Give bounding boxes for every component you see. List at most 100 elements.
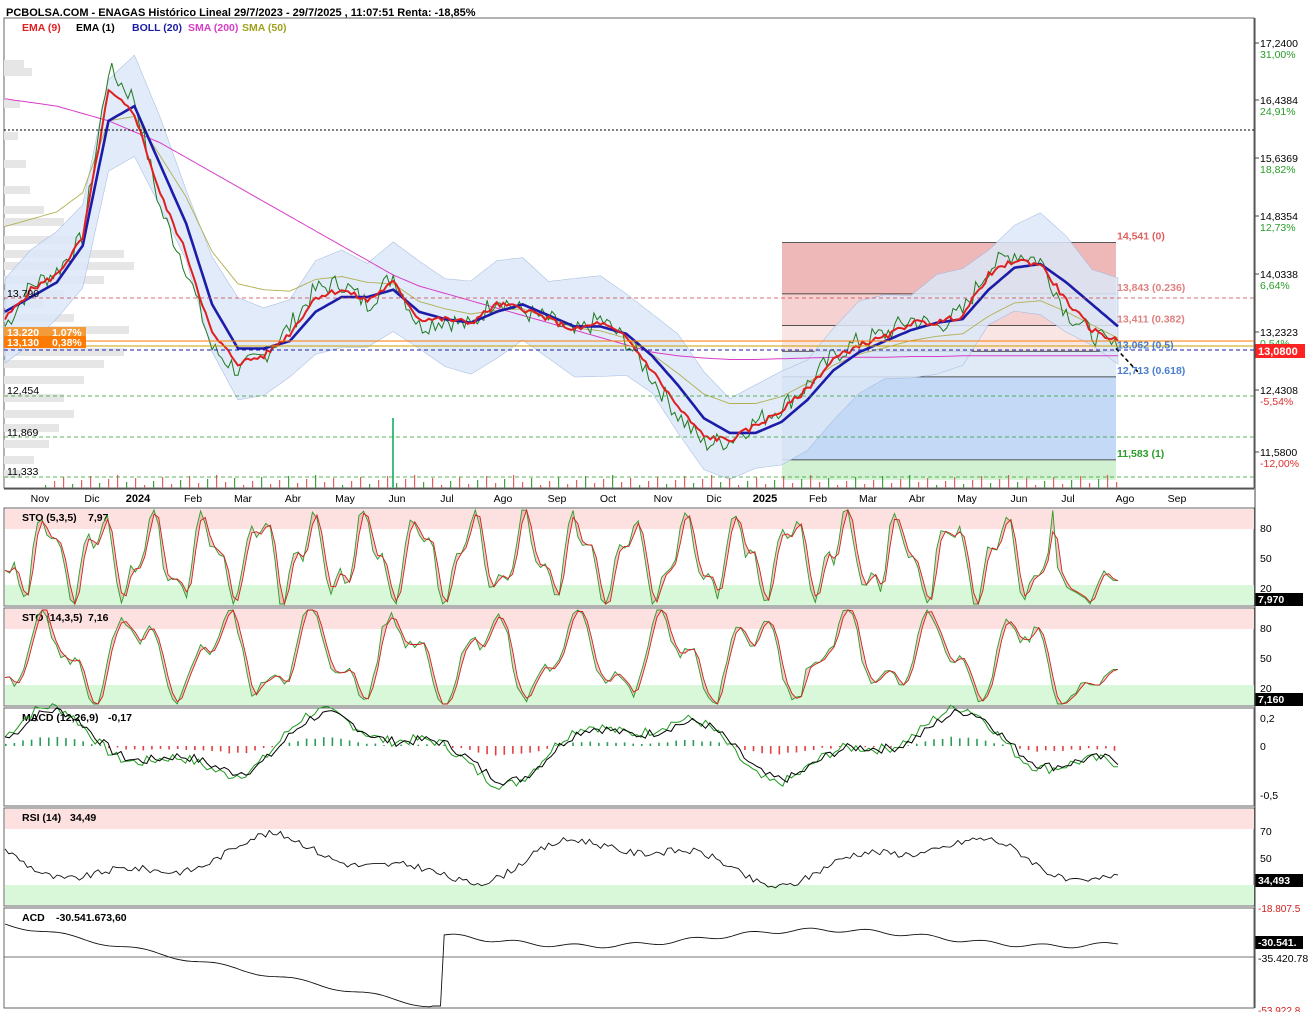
panel-title: RSI (14) xyxy=(22,812,61,824)
volume-bar xyxy=(531,478,532,488)
x-tick-label: Feb xyxy=(184,493,202,505)
volume-bar xyxy=(81,480,82,488)
macd-hist-bar xyxy=(632,744,634,746)
volume-bar xyxy=(342,485,343,488)
volume-bar xyxy=(702,479,703,488)
macd-hist-bar xyxy=(598,743,600,746)
chart-title: PCBOLSA.COM - ENAGAS Histórico Lineal 29… xyxy=(6,7,476,19)
fib-label: 13,411 (0.382) xyxy=(1117,314,1185,326)
volume-bar xyxy=(225,482,226,488)
panel-acd: ACD-30.541.673,60-35.420.78-53.922.8-30.… xyxy=(4,908,1308,1012)
level-label: 0,2 xyxy=(1260,713,1275,725)
overbought-zone xyxy=(5,809,1254,829)
volume-bar xyxy=(1107,475,1108,488)
volume-bar xyxy=(441,485,442,488)
chart-canvas[interactable]: PCBOLSA.COM - ENAGAS Histórico Lineal 29… xyxy=(0,0,1310,1012)
macd-hist-bar xyxy=(684,740,686,746)
volume-bar xyxy=(999,479,1000,488)
volume-bar xyxy=(900,479,901,488)
macd-hist-bar xyxy=(177,746,179,749)
volume-bar xyxy=(171,484,172,488)
volume-bar xyxy=(621,482,622,488)
panel-title: ACD xyxy=(22,912,45,924)
macd-hist-bar xyxy=(925,741,927,746)
volume-bar xyxy=(1080,476,1081,488)
volume-bar xyxy=(234,478,235,488)
volume-bar xyxy=(468,484,469,488)
cut-label: -18.807.5 xyxy=(1258,904,1301,915)
macd-hist-bar xyxy=(134,746,136,749)
macd-hist-bar xyxy=(297,741,299,746)
macd-hist-bar xyxy=(237,746,239,753)
volume-bar xyxy=(270,484,271,488)
macd-hist-bar xyxy=(993,743,995,746)
volume-bar xyxy=(729,478,730,488)
x-axis: NovDic2024FebMarAbrMayJunJulAgoSepOctNov… xyxy=(4,489,1254,505)
macd-hist-bar xyxy=(753,746,755,751)
pct-tick-label: 6,64% xyxy=(1260,280,1290,292)
volume-profile-bar xyxy=(4,376,84,384)
macd-hist-bar xyxy=(375,744,377,746)
macd-hist-bar xyxy=(220,746,222,751)
macd-hist-bar xyxy=(1088,746,1090,748)
level-pct-3: 0,38% xyxy=(52,337,82,349)
fib-label: 14,541 (0) xyxy=(1117,231,1165,243)
volume-bar xyxy=(720,482,721,488)
macd-hist-bar xyxy=(813,746,815,750)
volume-bar xyxy=(1044,481,1045,488)
volume-bar xyxy=(963,484,964,488)
chart-window: PCBOLSA.COM - ENAGAS Histórico Lineal 29… xyxy=(0,0,1310,1012)
volume-bar xyxy=(369,484,370,488)
x-tick-label: Nov xyxy=(31,493,50,505)
volume-profile-bar xyxy=(4,456,34,464)
x-tick-label: Sep xyxy=(1168,493,1187,505)
macd-hist-bar xyxy=(486,746,488,754)
macd-hist-bar xyxy=(1028,746,1030,750)
volume-bar xyxy=(306,479,307,488)
macd-hist-bar xyxy=(1071,746,1073,749)
x-tick-label: Mar xyxy=(859,493,878,505)
macd-hist-bar xyxy=(718,742,720,746)
x-tick-label: Ago xyxy=(1116,493,1135,505)
macd-hist-bar xyxy=(796,746,798,752)
volume-bar xyxy=(1062,484,1063,488)
volume-profile-bar xyxy=(4,360,104,368)
overbought-zone xyxy=(5,609,1254,629)
volume-bar xyxy=(1071,480,1072,488)
volume-bar xyxy=(72,484,73,488)
oversold-zone xyxy=(5,585,1254,605)
macd-hist-bar xyxy=(452,746,454,748)
macd-hist-bar xyxy=(512,746,514,754)
volume-bar xyxy=(243,485,244,488)
volume-bar xyxy=(990,483,991,488)
macd-hist-bar xyxy=(770,746,772,754)
x-tick-label: Sep xyxy=(548,493,567,505)
volume-bar xyxy=(423,482,424,488)
legend-item: EMA (1) xyxy=(76,22,115,34)
macd-hist-bar xyxy=(546,746,548,749)
x-tick-label: Ago xyxy=(494,493,513,505)
level-label: 70 xyxy=(1260,826,1272,838)
panel-frame xyxy=(4,908,1254,1008)
panel-title: STO (5,3,5) xyxy=(22,512,77,524)
level-label-5: 11,869 xyxy=(7,427,38,439)
x-tick-label: Abr xyxy=(909,493,926,505)
x-tick-label: Jul xyxy=(1061,493,1074,505)
value-badge-text: 7,970 xyxy=(1258,594,1284,606)
macd-hist-bar xyxy=(572,743,574,746)
macd-hist-bar xyxy=(74,739,76,746)
volume-bar xyxy=(657,477,658,488)
oversold-zone xyxy=(5,885,1254,905)
volume-bar xyxy=(981,476,982,488)
volume-bar xyxy=(666,484,667,488)
volume-bar xyxy=(747,481,748,488)
macd-hist-bar xyxy=(168,746,170,749)
volume-bar xyxy=(675,480,676,488)
macd-hist-bar xyxy=(658,743,660,746)
volume-bar xyxy=(846,481,847,488)
macd-hist-bar xyxy=(581,742,583,746)
level-label-1: 13,790 xyxy=(7,288,39,300)
volume-bar xyxy=(99,483,100,488)
volume-bar xyxy=(108,479,109,488)
panel-sto1: STO (5,3,5)7,978050207,970 xyxy=(4,508,1303,606)
